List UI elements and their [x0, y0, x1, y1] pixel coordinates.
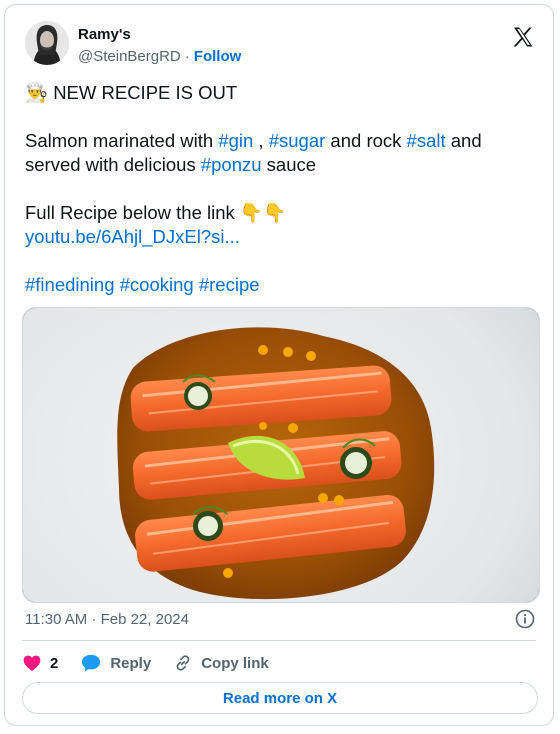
hashtag-gin[interactable]: #gin [218, 130, 253, 151]
text-span: and [445, 130, 482, 151]
recipe-link[interactable]: youtu.be/6Ahjl_DJxEl?si... [25, 226, 240, 247]
body-line-2: served with delicious #ponzu sauce [25, 153, 535, 177]
post-card: Ramy's @SteinBergRD · Follow 👨‍🍳 NEW RECIP… [4, 4, 554, 726]
author-name[interactable]: Ramy's [78, 26, 131, 43]
full-recipe-line: Full Recipe below the link 👇👇 [25, 201, 535, 225]
hashtag-cooking[interactable]: #cooking [120, 274, 194, 295]
like-count: 2 [50, 654, 59, 672]
recipe-link-line: youtu.be/6Ahjl_DJxEl?si... [25, 225, 535, 249]
hashtags-line: #finedining #cooking #recipe [25, 273, 535, 297]
pointing-down-emoji: 👇👇 [239, 202, 286, 223]
text-span: and rock [325, 130, 407, 151]
reply-bubble-icon [82, 654, 101, 672]
hashtag-ponzu[interactable]: #ponzu [201, 154, 262, 175]
hashtag-sugar[interactable]: #sugar [269, 130, 326, 151]
x-logo-icon[interactable] [511, 25, 535, 49]
headline-line: 👨‍🍳 NEW RECIPE IS OUT [25, 81, 535, 105]
copy-link-label: Copy link [201, 654, 269, 672]
text-span: served with delicious [25, 154, 201, 175]
post-photo[interactable] [22, 307, 540, 603]
action-bar: 2 Reply Copy link [22, 650, 291, 676]
post-text: 👨‍🍳 NEW RECIPE IS OUT Salmon marinated w… [25, 81, 535, 297]
divider [22, 640, 536, 641]
full-recipe-text: Full Recipe below the link [25, 202, 235, 223]
read-more-button[interactable]: Read more on X [22, 682, 538, 714]
chef-emoji: 👨‍🍳 [25, 82, 49, 103]
like-button[interactable]: 2 [22, 653, 58, 673]
separator-dot: · [184, 48, 190, 65]
headline-text: NEW RECIPE IS OUT [53, 82, 238, 103]
author-handle[interactable]: @SteinBergRD [78, 48, 181, 65]
heart-icon [23, 655, 41, 671]
reply-button[interactable]: Reply [80, 653, 151, 673]
link-icon [176, 655, 190, 671]
author-handle-row: @SteinBergRD · Follow [78, 48, 241, 65]
avatar[interactable] [25, 21, 69, 65]
post-timestamp[interactable]: 11:30 AM · Feb 22, 2024 [25, 611, 189, 628]
hashtag-salt[interactable]: #salt [407, 130, 446, 151]
reply-label: Reply [110, 654, 152, 672]
info-icon[interactable] [515, 609, 535, 629]
text-span: sauce [261, 154, 317, 175]
body-line-1: Salmon marinated with #gin , #sugar and … [25, 129, 535, 153]
text-span: , [253, 130, 269, 151]
hashtag-recipe[interactable]: #recipe [199, 274, 260, 295]
copy-link-button[interactable]: Copy link [173, 653, 269, 673]
text-span: Salmon marinated with [25, 130, 219, 151]
follow-button[interactable]: Follow [194, 48, 242, 65]
hashtag-finedining[interactable]: #finedining [25, 274, 115, 295]
